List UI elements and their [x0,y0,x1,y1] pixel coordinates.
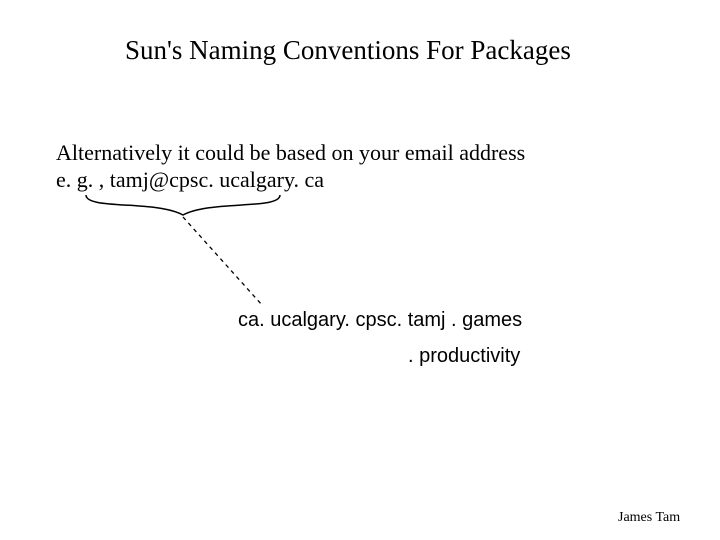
brace-connector [0,0,720,540]
body-text-line-2: e. g. , tamj@cpsc. ucalgary. ca [56,167,324,193]
body-text-line-1: Alternatively it could be based on your … [56,140,525,166]
example-line-2: . productivity [408,345,520,368]
example-line-1: ca. ucalgary. cpsc. tamj . games [238,309,522,332]
slide-title: Sun's Naming Conventions For Packages [125,35,571,66]
footer-author: James Tam [618,510,680,526]
